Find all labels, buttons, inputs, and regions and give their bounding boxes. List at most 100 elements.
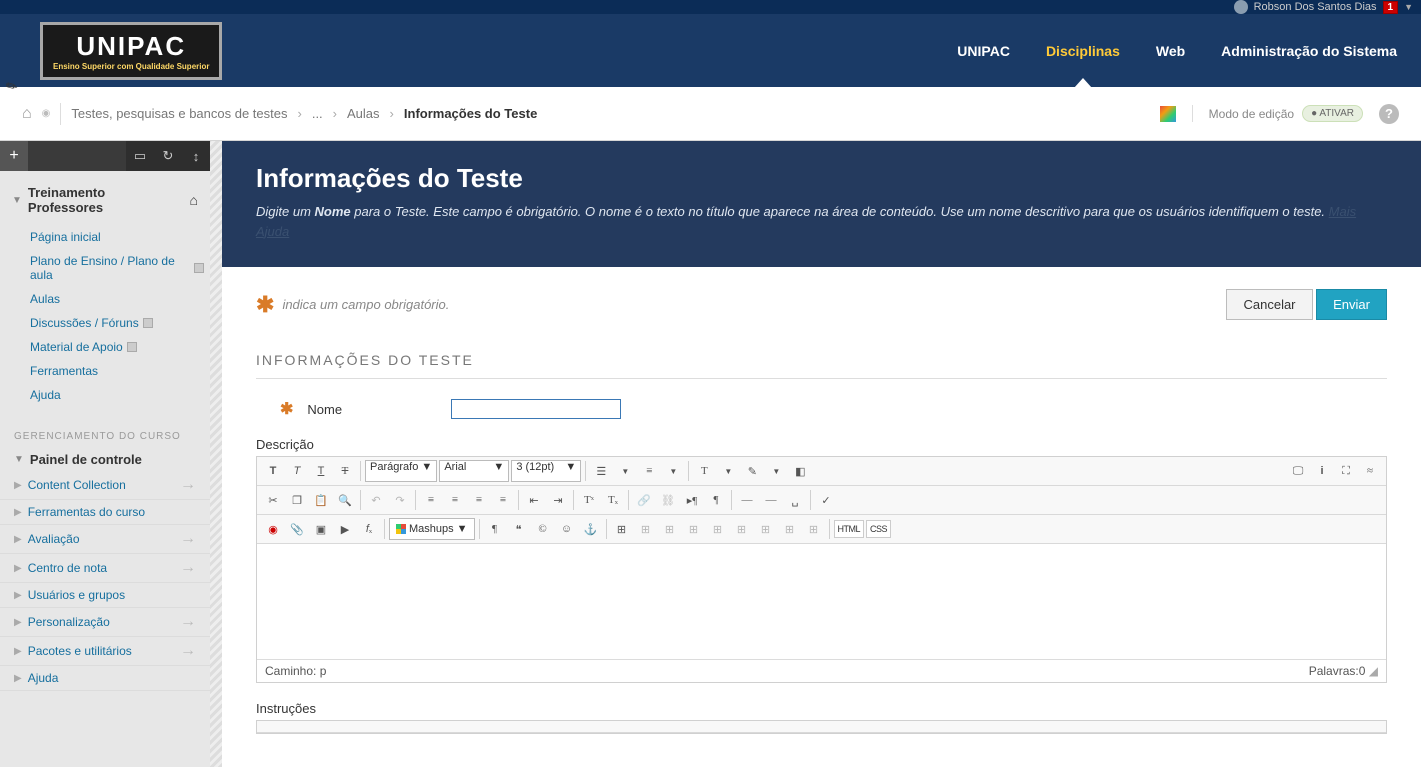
cp-content-collection[interactable]: ▶Content Collection→	[0, 471, 210, 500]
list-number-icon[interactable]: ≡	[638, 460, 660, 482]
sidebar-resize-handle[interactable]	[210, 141, 222, 767]
caret-down-icon[interactable]: ▼	[662, 460, 684, 482]
cancel-button[interactable]: Cancelar	[1226, 289, 1312, 320]
attach-icon[interactable]: 📎	[286, 518, 308, 540]
mashups-button[interactable]: Mashups ▼	[389, 518, 475, 540]
folder-icon[interactable]: ▭	[126, 141, 154, 171]
resize-icon[interactable]: ◢	[1369, 664, 1378, 678]
table-cell-icon[interactable]: ⊞	[683, 518, 705, 540]
cp-pacotes-utilitarios[interactable]: ▶Pacotes e utilitários→	[0, 637, 210, 666]
cp-ajuda[interactable]: ▶Ajuda	[0, 666, 210, 691]
table-del-row-icon[interactable]: ⊞	[755, 518, 777, 540]
table-icon[interactable]: ⊞	[611, 518, 633, 540]
font-select[interactable]: Arial ▼	[439, 460, 509, 482]
menu-ajuda[interactable]: Ajuda	[24, 383, 210, 407]
menu-plano-ensino[interactable]: Plano de Ensino / Plano de aula	[24, 249, 210, 287]
menu-ferramentas[interactable]: Ferramentas	[24, 359, 210, 383]
caret-down-icon[interactable]: ▼	[717, 460, 739, 482]
course-title[interactable]: ▼ Treinamento Professores ⌂	[0, 181, 210, 219]
nav-disciplinas[interactable]: Disciplinas	[1042, 14, 1124, 87]
hr-icon[interactable]: —	[760, 489, 782, 511]
line-icon[interactable]: —	[736, 489, 758, 511]
link-icon[interactable]: 🔗	[633, 489, 655, 511]
menu-material-apoio[interactable]: Material de Apoio	[24, 335, 210, 359]
paste-icon[interactable]: 📋	[310, 489, 332, 511]
refresh-icon[interactable]: ↻	[154, 141, 182, 171]
list-bullet-icon[interactable]: ☰	[590, 460, 612, 482]
cp-usuarios-grupos[interactable]: ▶Usuários e grupos	[0, 583, 210, 608]
size-select[interactable]: 3 (12pt) ▼	[511, 460, 581, 482]
spellcheck-icon[interactable]: ✓	[815, 489, 837, 511]
table-del-col-icon[interactable]: ⊞	[779, 518, 801, 540]
align-center-icon[interactable]: ≡	[444, 489, 466, 511]
align-left-icon[interactable]: ≡	[420, 489, 442, 511]
show-blocks-icon[interactable]: ¶	[484, 518, 506, 540]
edit-mode-toggle[interactable]: ● ATIVAR	[1302, 105, 1363, 122]
editor-textarea[interactable]	[257, 544, 1386, 659]
subscript-icon[interactable]: Tₓ	[602, 489, 624, 511]
table-row-icon[interactable]: ⊞	[635, 518, 657, 540]
html-button[interactable]: HTML	[834, 520, 865, 538]
strike-icon[interactable]: T	[334, 460, 356, 482]
redo-icon[interactable]: ↷	[389, 489, 411, 511]
image-icon[interactable]: ▣	[310, 518, 332, 540]
outdent-icon[interactable]: ⇤	[523, 489, 545, 511]
align-right-icon[interactable]: ≡	[468, 489, 490, 511]
highlight-icon[interactable]: ✎	[741, 460, 763, 482]
css-button[interactable]: CSS	[866, 520, 891, 538]
dropdown-caret-icon[interactable]: ▼	[1404, 2, 1413, 12]
notification-badge[interactable]: 1	[1383, 1, 1399, 14]
nav-web[interactable]: Web	[1152, 14, 1189, 87]
direction-icon[interactable]: ▸¶	[681, 489, 703, 511]
table-props-icon[interactable]: ⊞	[803, 518, 825, 540]
paragraph-icon[interactable]: ¶	[705, 489, 727, 511]
home-icon[interactable]: ⌂	[22, 105, 32, 123]
nbsp-icon[interactable]: ␣	[784, 489, 806, 511]
breadcrumb-item[interactable]: ...	[312, 106, 323, 121]
superscript-icon[interactable]: Tˣ	[578, 489, 600, 511]
preview-icon[interactable]: 🖵	[1287, 460, 1309, 482]
align-justify-icon[interactable]: ≡	[492, 489, 514, 511]
italic-icon[interactable]: T	[286, 460, 308, 482]
breadcrumb-dropdown-icon[interactable]: ◉	[42, 108, 51, 119]
record-icon[interactable]: ◉	[262, 518, 284, 540]
breadcrumb-item[interactable]: Aulas	[347, 106, 380, 121]
cp-ferramentas-curso[interactable]: ▶Ferramentas do curso	[0, 500, 210, 525]
table-merge-icon[interactable]: ⊞	[707, 518, 729, 540]
collapse-toolbar-icon[interactable]: ≈	[1359, 460, 1381, 482]
unlink-icon[interactable]: ⛓	[657, 489, 679, 511]
caret-down-icon[interactable]: ▼	[614, 460, 636, 482]
name-input[interactable]	[451, 399, 621, 419]
breadcrumb-item[interactable]: Testes, pesquisas e bancos de testes	[71, 106, 287, 121]
bold-icon[interactable]: T	[262, 460, 284, 482]
user-name[interactable]: Robson Dos Santos Dias	[1254, 1, 1377, 13]
caret-down-icon[interactable]: ▼	[765, 460, 787, 482]
eraser-icon[interactable]: ◧	[789, 460, 811, 482]
symbol-icon[interactable]: ©	[532, 518, 554, 540]
find-icon[interactable]: 🔍	[334, 489, 356, 511]
menu-pagina-inicial[interactable]: Página inicial	[24, 225, 210, 249]
quote-icon[interactable]: ❝	[508, 518, 530, 540]
media-icon[interactable]: ▶	[334, 518, 356, 540]
underline-icon[interactable]: T	[310, 460, 332, 482]
table-col-icon[interactable]: ⊞	[659, 518, 681, 540]
menu-aulas[interactable]: Aulas	[24, 287, 210, 311]
reorder-icon[interactable]: ↕	[182, 141, 210, 171]
emoji-icon[interactable]: ☺	[556, 518, 578, 540]
course-home-icon[interactable]: ⌂	[190, 192, 198, 208]
cp-personalizacao[interactable]: ▶Personalização→	[0, 608, 210, 637]
cp-centro-nota[interactable]: ▶Centro de nota→	[0, 554, 210, 583]
indent-icon[interactable]: ⇥	[547, 489, 569, 511]
add-button[interactable]: +	[0, 141, 28, 171]
nav-unipac[interactable]: UNIPAC	[953, 14, 1014, 87]
anchor-icon[interactable]: ⚓	[580, 518, 602, 540]
submit-button[interactable]: Enviar	[1316, 289, 1387, 320]
logo[interactable]: UNIPAC Ensino Superior com Qualidade Sup…	[40, 22, 222, 80]
copy-icon[interactable]: ❐	[286, 489, 308, 511]
table-split-icon[interactable]: ⊞	[731, 518, 753, 540]
formula-icon[interactable]: fₓ	[358, 518, 380, 540]
cut-icon[interactable]: ✂	[262, 489, 284, 511]
fullscreen-icon[interactable]: ⛶	[1335, 460, 1357, 482]
cp-avaliacao[interactable]: ▶Avaliação→	[0, 525, 210, 554]
paragraph-select[interactable]: Parágrafo ▼	[365, 460, 437, 482]
